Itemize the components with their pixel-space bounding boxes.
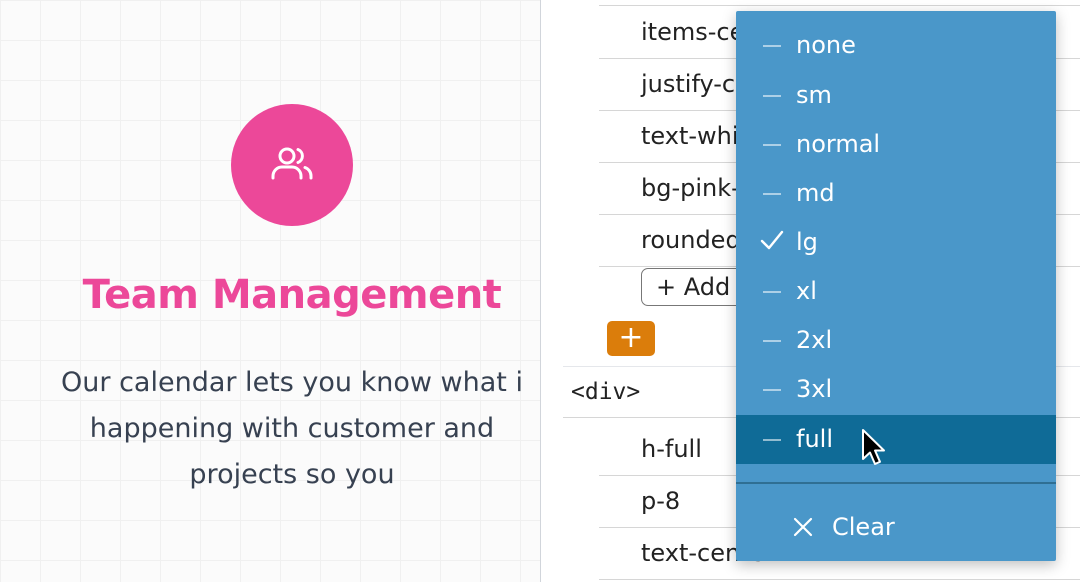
class-name: text-whi [641, 122, 739, 150]
clear-label: Clear [832, 513, 895, 541]
description-line: Our calendar lets you know what i [61, 367, 523, 398]
class-name: rounded [641, 226, 741, 254]
option-label: 3xl [796, 375, 833, 403]
option-md[interactable]: md [736, 169, 1056, 218]
team-avatar [231, 104, 353, 226]
dash-icon [760, 365, 784, 414]
option-lg[interactable]: lg [736, 218, 1056, 267]
description-line: projects so you [189, 459, 395, 490]
dash-icon [760, 415, 784, 464]
element-tag: <div> [571, 379, 641, 405]
option-label: normal [796, 130, 881, 158]
description-line: happening with customer and [89, 413, 495, 444]
feature-title: Team Management [82, 272, 502, 318]
option-label: none [796, 31, 856, 59]
checkmark-icon [760, 218, 784, 267]
option-2xl[interactable]: 2xl [736, 316, 1056, 365]
dash-icon [760, 120, 784, 169]
option-sm[interactable]: sm [736, 71, 1056, 120]
class-name: items-ce [641, 18, 745, 46]
add-element-button[interactable]: + [607, 321, 655, 356]
option-label: lg [796, 228, 818, 256]
option-label: xl [796, 277, 817, 305]
option-label: 2xl [796, 326, 833, 354]
preview-canvas: Team Management Our calendar lets you kn… [0, 0, 540, 582]
class-name: bg-pink- [641, 174, 740, 202]
dash-icon [760, 316, 784, 365]
dash-icon [760, 71, 784, 120]
option-xl[interactable]: xl [736, 267, 1056, 316]
rounded-size-dropdown: none sm normal md lg xl 2xl 3xl full Cle… [736, 11, 1056, 561]
menu-divider [736, 482, 1056, 484]
dash-icon [760, 169, 784, 218]
feature-description: Our calendar lets you know what i happen… [14, 360, 540, 498]
option-label: md [796, 179, 835, 207]
option-none[interactable]: none [736, 21, 1056, 70]
class-name: justify-c [641, 70, 736, 98]
option-normal[interactable]: normal [736, 120, 1056, 169]
mouse-cursor-icon [862, 429, 885, 465]
users-icon [271, 147, 313, 180]
class-name: p-8 [641, 487, 681, 515]
close-icon [793, 517, 813, 537]
dash-icon [760, 267, 784, 316]
option-label: sm [796, 81, 832, 109]
option-full[interactable]: full [736, 415, 1056, 464]
clear-button[interactable]: Clear [792, 507, 895, 547]
dash-icon [760, 21, 784, 70]
option-3xl[interactable]: 3xl [736, 365, 1056, 414]
option-label: full [796, 425, 833, 453]
class-name: h-full [641, 435, 702, 463]
